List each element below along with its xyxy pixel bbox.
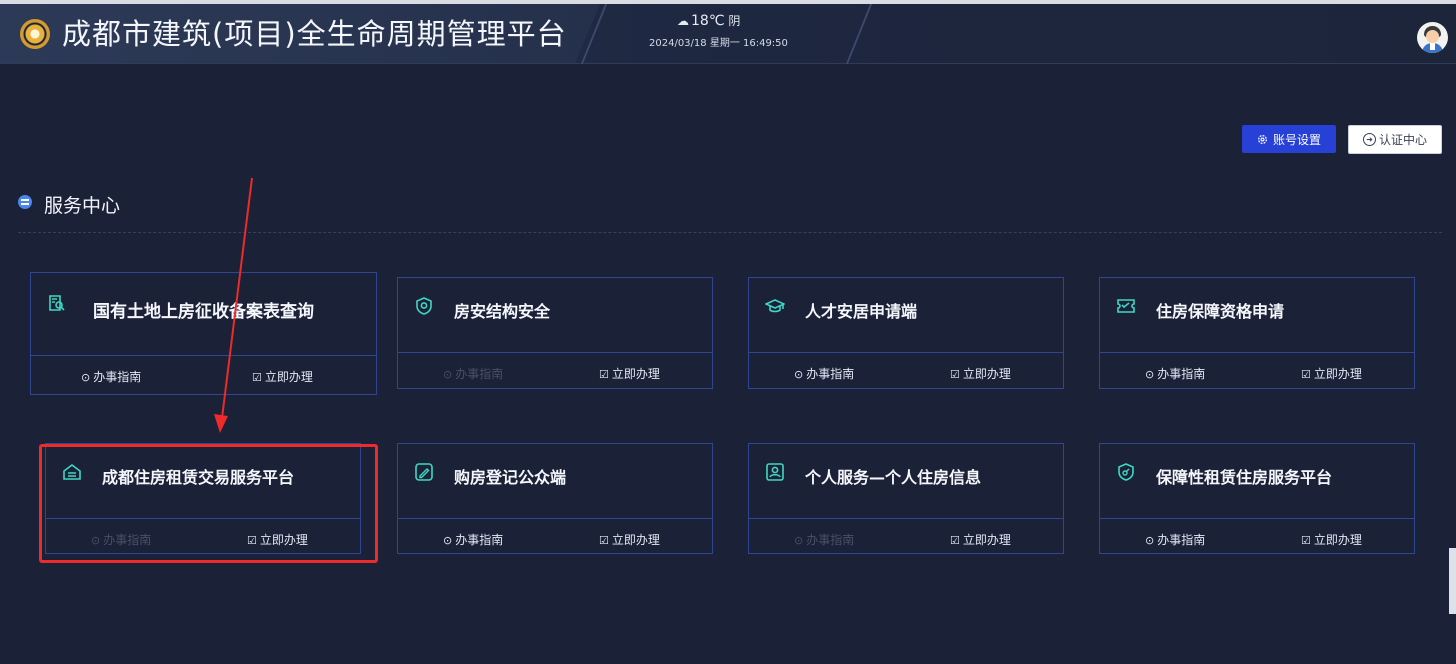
side-scroll-tab[interactable] <box>1449 548 1456 614</box>
annotation-arrow <box>214 177 253 433</box>
